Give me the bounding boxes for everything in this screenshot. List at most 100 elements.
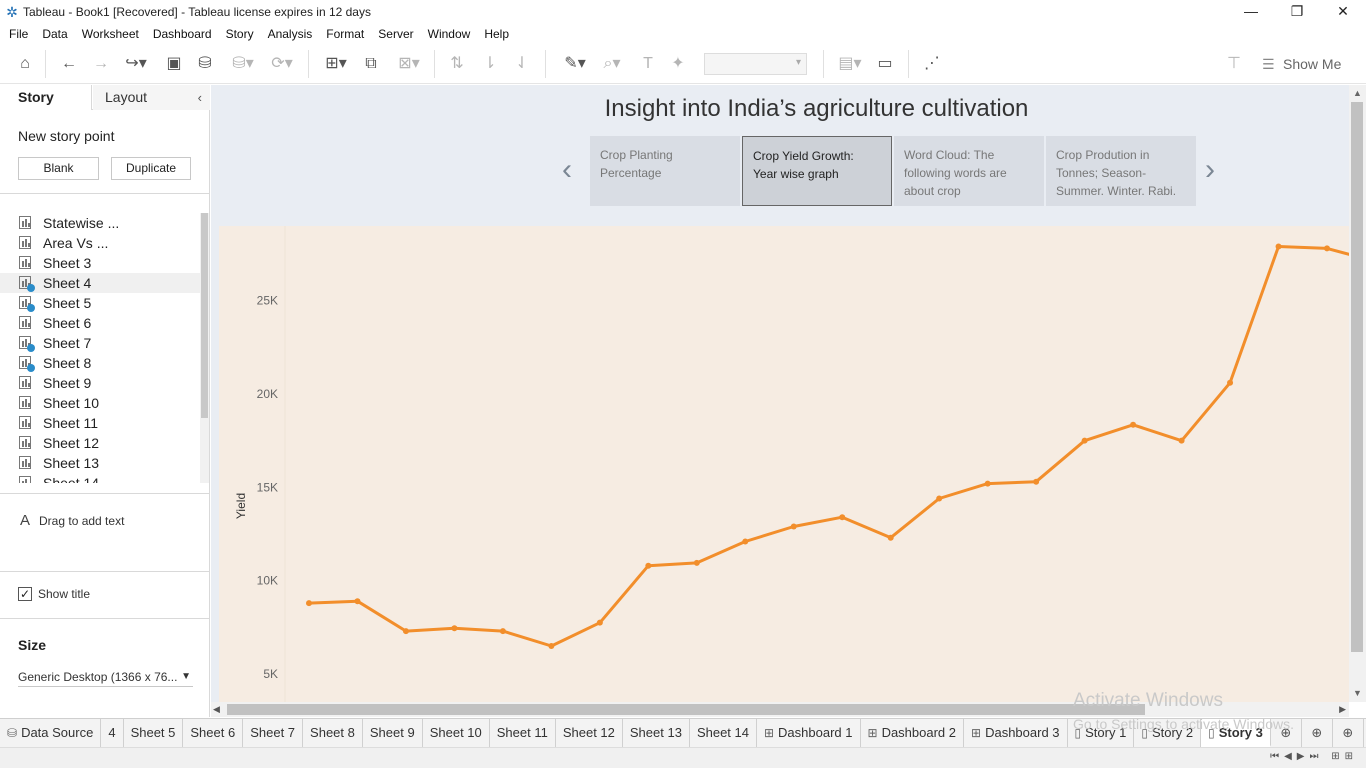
- data-point[interactable]: [306, 600, 312, 607]
- clear-sheet-icon[interactable]: ⊠▾: [392, 52, 426, 76]
- tab-sheet-9[interactable]: Sheet 9: [363, 719, 423, 747]
- sheet-item[interactable]: Sheet 12: [0, 433, 200, 453]
- scroll-down-icon[interactable]: ▼: [1349, 685, 1366, 702]
- data-point[interactable]: [1178, 437, 1185, 444]
- data-point[interactable]: [596, 619, 603, 626]
- sheet-item[interactable]: Area Vs ...: [0, 233, 200, 253]
- scrollbar-thumb[interactable]: [201, 213, 208, 418]
- sheet-item[interactable]: Statewise ...: [0, 213, 200, 233]
- sheet-item[interactable]: Sheet 14: [0, 473, 200, 483]
- group-members-icon[interactable]: ⌕▾: [595, 52, 629, 76]
- scroll-left-icon[interactable]: ◀: [213, 702, 220, 717]
- tab-sheet-8[interactable]: Sheet 8: [303, 719, 363, 747]
- yield-series-line[interactable]: [308, 245, 1349, 648]
- data-point[interactable]: [354, 598, 361, 605]
- tab-sheet-7[interactable]: Sheet 7: [243, 719, 304, 747]
- sheet-item[interactable]: Sheet 8: [0, 353, 200, 373]
- home-icon[interactable]: ⌂: [14, 52, 36, 76]
- data-point[interactable]: [402, 628, 409, 635]
- replay-icon[interactable]: ↪▾: [120, 52, 152, 76]
- menu-format[interactable]: Format: [326, 27, 364, 41]
- data-point[interactable]: [839, 514, 846, 521]
- new-worksheet-tab-icon[interactable]: ⊕: [1271, 719, 1302, 747]
- show-me-button[interactable]: ☰ Show Me: [1262, 52, 1341, 76]
- redo-icon[interactable]: →: [90, 52, 112, 76]
- data-point[interactable]: [548, 643, 555, 649]
- sheet-item[interactable]: Sheet 6: [0, 313, 200, 333]
- sheet-item[interactable]: Sheet 13: [0, 453, 200, 473]
- tab-story-1[interactable]: ▯ Story 1: [1068, 719, 1135, 747]
- tab-4[interactable]: 4: [101, 719, 124, 747]
- restore-button[interactable]: ❐: [1274, 0, 1320, 23]
- tab-story-2[interactable]: ▯ Story 2: [1134, 719, 1202, 747]
- sheet-item[interactable]: Sheet 9: [0, 373, 200, 393]
- data-point[interactable]: [1227, 379, 1234, 386]
- sheet-item[interactable]: Sheet 4: [0, 273, 200, 293]
- show-mark-labels-icon[interactable]: T: [637, 52, 659, 76]
- collapse-pane-icon[interactable]: ‹: [198, 85, 202, 110]
- tab-sheet-11[interactable]: Sheet 11: [490, 719, 556, 747]
- presentation-mode-icon[interactable]: ▭: [874, 52, 896, 76]
- menu-dashboard[interactable]: Dashboard: [153, 27, 212, 41]
- close-button[interactable]: ✕: [1320, 0, 1366, 23]
- blank-button[interactable]: Blank: [18, 157, 99, 180]
- format-painter-icon[interactable]: ⊤: [1223, 52, 1245, 76]
- new-worksheet-icon[interactable]: ⊞▾: [318, 52, 354, 76]
- highlight-icon[interactable]: ✎▾: [558, 52, 592, 76]
- sort-ascending-icon[interactable]: ⇂: [479, 52, 501, 76]
- new-story-tab-icon[interactable]: ⊕: [1333, 719, 1364, 747]
- pause-updates-icon[interactable]: ⛁▾: [226, 52, 260, 76]
- undo-icon[interactable]: ←: [58, 52, 80, 76]
- data-point[interactable]: [790, 523, 797, 530]
- data-point[interactable]: [742, 538, 749, 545]
- sort-descending-icon[interactable]: ⇃: [511, 52, 533, 76]
- data-point[interactable]: [645, 562, 652, 569]
- sheet-item[interactable]: Sheet 3: [0, 253, 200, 273]
- tab-sheet-5[interactable]: Sheet 5: [124, 719, 184, 747]
- menu-help[interactable]: Help: [484, 27, 509, 41]
- sheet-navigation-icon[interactable]: ⏮◀▶⏭ ⊞⊞: [1270, 751, 1358, 762]
- drag-to-add-text[interactable]: A Drag to add text: [20, 512, 124, 529]
- duplicate-button[interactable]: Duplicate: [111, 157, 191, 180]
- story-point-2[interactable]: Crop Yield Growth: Year wise graph: [742, 136, 892, 206]
- tab-sheet-14[interactable]: Sheet 14: [690, 719, 757, 747]
- menu-story[interactable]: Story: [226, 27, 254, 41]
- fix-axes-icon[interactable]: ✦: [667, 52, 689, 76]
- story-point-4[interactable]: Crop Prodution in Tonnes; Season- Summer…: [1046, 136, 1196, 206]
- tab-sheet-13[interactable]: Sheet 13: [623, 719, 690, 747]
- swap-icon[interactable]: ⇅: [446, 52, 468, 76]
- data-point[interactable]: [451, 625, 458, 632]
- tab-layout[interactable]: Layout ‹: [93, 85, 210, 110]
- data-point[interactable]: [499, 628, 506, 635]
- refresh-icon[interactable]: ⟳▾: [264, 52, 300, 76]
- new-data-source-icon[interactable]: ⛁: [194, 52, 216, 76]
- data-point[interactable]: [693, 559, 700, 566]
- sheet-item[interactable]: Sheet 5: [0, 293, 200, 313]
- tab-sheet-10[interactable]: Sheet 10: [423, 719, 490, 747]
- minimize-button[interactable]: —: [1228, 0, 1274, 23]
- vertical-scrollbar[interactable]: ▲ ▼: [1349, 85, 1366, 702]
- menu-window[interactable]: Window: [428, 27, 471, 41]
- scrollbar-thumb[interactable]: [227, 704, 1145, 715]
- data-point[interactable]: [1324, 245, 1330, 252]
- data-point[interactable]: [1033, 478, 1040, 485]
- tab-data-source[interactable]: ⛁ Data Source: [0, 719, 102, 747]
- new-dashboard-tab-icon[interactable]: ⊕: [1302, 719, 1333, 747]
- scroll-up-icon[interactable]: ▲: [1349, 85, 1366, 102]
- checkbox-checked-icon[interactable]: ✓: [18, 587, 32, 601]
- show-hide-cards-icon[interactable]: ▤▾: [833, 52, 867, 76]
- story-point-3[interactable]: Word Cloud: The following words are abou…: [894, 136, 1044, 206]
- duplicate-sheet-icon[interactable]: ⧉: [360, 52, 382, 76]
- tab-story-3[interactable]: ▯ Story 3: [1201, 719, 1271, 747]
- menu-server[interactable]: Server: [378, 27, 413, 41]
- tab-dashboard-3[interactable]: ⊞ Dashboard 3: [964, 719, 1068, 747]
- next-story-point-icon[interactable]: ›: [1205, 153, 1215, 187]
- tab-dashboard-2[interactable]: ⊞ Dashboard 2: [861, 719, 965, 747]
- scroll-right-icon[interactable]: ▶: [1339, 702, 1346, 717]
- story-point-1[interactable]: Crop Planting Percentage: [590, 136, 740, 206]
- data-point[interactable]: [1081, 437, 1088, 444]
- fit-select[interactable]: [704, 53, 807, 75]
- sheet-item[interactable]: Sheet 7: [0, 333, 200, 353]
- menu-analysis[interactable]: Analysis: [268, 27, 313, 41]
- sheet-list-scrollbar[interactable]: [200, 213, 209, 483]
